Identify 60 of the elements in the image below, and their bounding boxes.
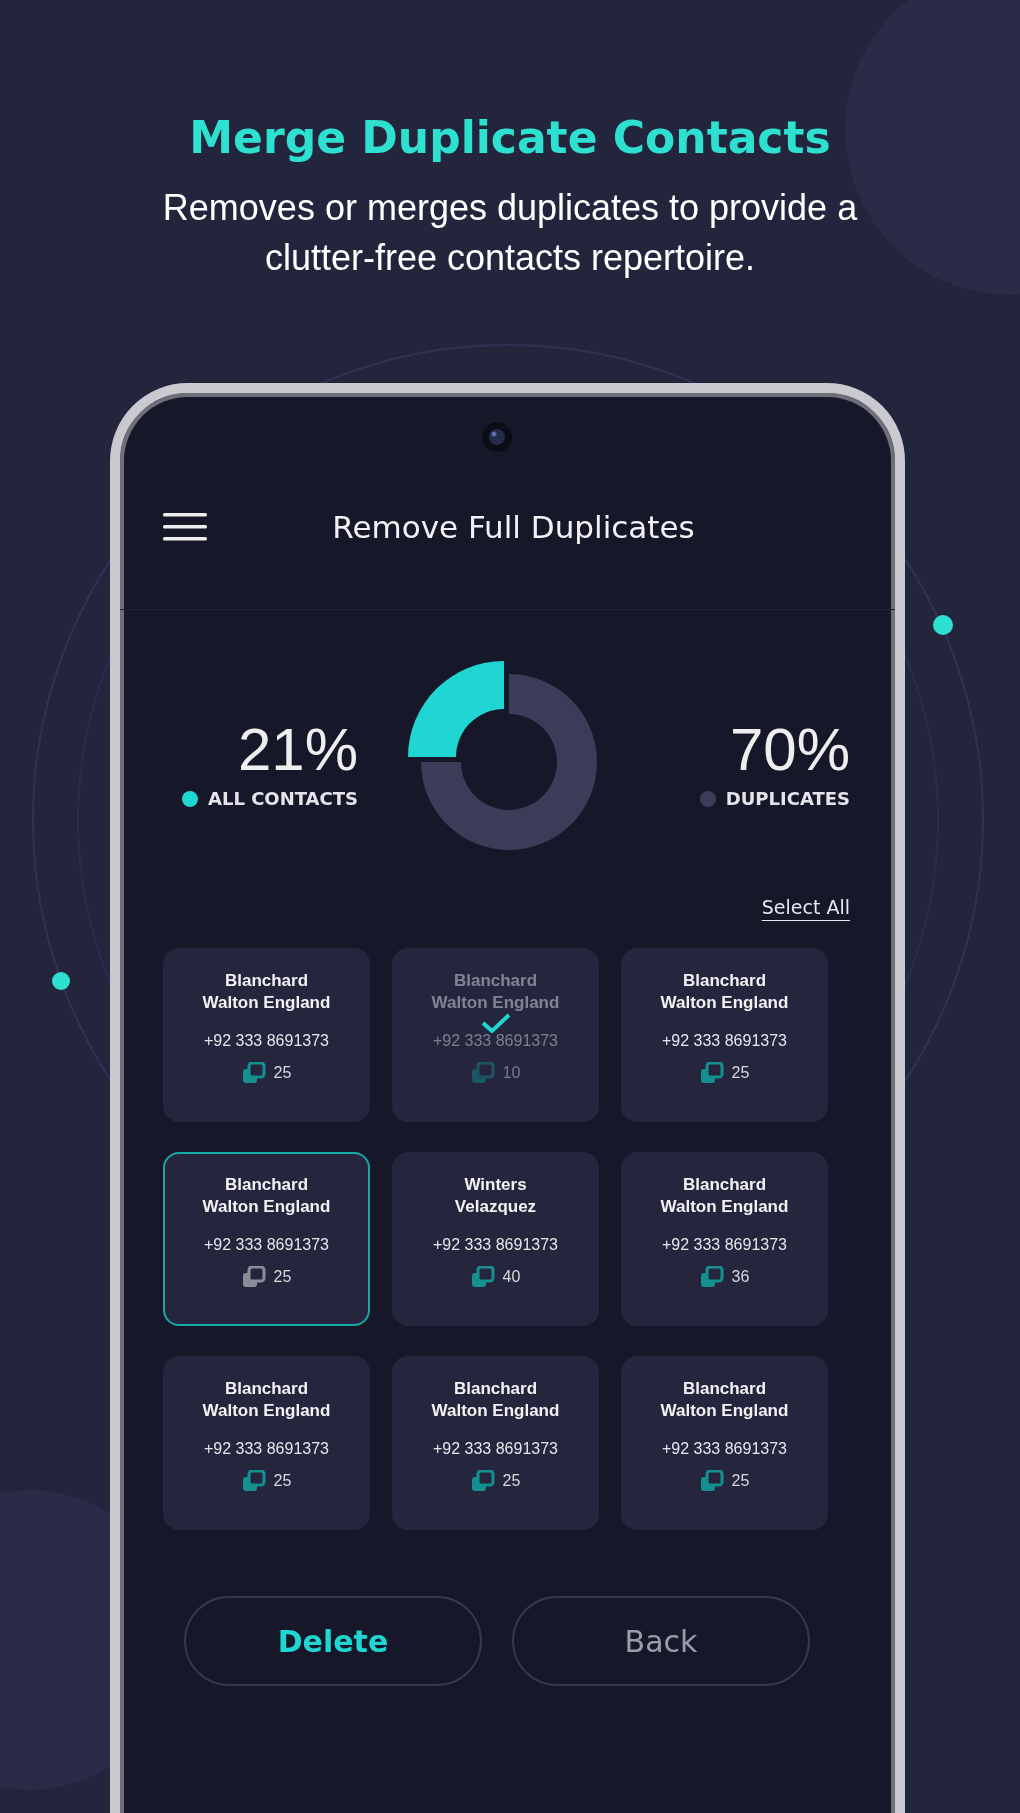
contact-phone: +92 333 8691373 [662, 1032, 787, 1050]
copy-icon [699, 1266, 724, 1288]
contact-card[interactable]: Winters Velazquez +92 333 8691373 40 [392, 1152, 599, 1326]
contact-name: Blanchard Walton England [201, 1174, 332, 1218]
contact-name: Blanchard Walton England [430, 1378, 561, 1422]
contact-phone: +92 333 8691373 [433, 1236, 558, 1254]
duplicate-count: 36 [731, 1268, 750, 1286]
contact-name: Blanchard Walton England [659, 970, 790, 1014]
duplicate-count: 40 [502, 1268, 521, 1286]
contact-name: Blanchard Walton England [201, 970, 332, 1014]
contact-card[interactable]: Blanchard Walton England +92 333 8691373 25 [621, 948, 828, 1122]
contact-card[interactable]: Blanchard Walton England +92 333 8691373 25 [163, 948, 370, 1122]
duplicate-count: 25 [731, 1064, 750, 1082]
decorative-dot [933, 615, 953, 635]
decorative-dot [52, 972, 70, 990]
contact-name: Blanchard Walton England [430, 970, 561, 1014]
back-button[interactable]: Back [512, 1596, 810, 1686]
duplicate-count: 25 [273, 1064, 292, 1082]
copy-icon [470, 1266, 495, 1288]
contact-phone: +92 333 8691373 [662, 1236, 787, 1254]
copy-icon [241, 1266, 266, 1288]
contact-phone: +92 333 8691373 [433, 1440, 558, 1458]
contact-name: Winters Velazquez [453, 1174, 538, 1218]
copy-icon [241, 1062, 266, 1084]
copy-icon [699, 1470, 724, 1492]
contact-card[interactable]: Blanchard Walton England +92 333 8691373 25 [163, 1356, 370, 1530]
subtitle: Removes or merges duplicates to provide a clutter-free contacts repertoire. [161, 186, 859, 280]
legend-label: DUPLICATES [725, 788, 850, 809]
select-all-link[interactable]: Select All [761, 896, 850, 918]
contact-card[interactable]: Blanchard Walton England +92 333 8691373 25 [163, 1152, 370, 1326]
copy-icon [470, 1470, 495, 1492]
contact-card[interactable]: Blanchard Walton England +92 333 8691373 25 [392, 1356, 599, 1530]
stat-value: 21% [237, 715, 358, 784]
contact-card[interactable]: Blanchard Walton England +92 333 8691373 25 [621, 1356, 828, 1530]
duplicate-count: 25 [273, 1268, 292, 1286]
legend-label: ALL CONTACTS [208, 788, 358, 809]
check-icon [481, 1013, 511, 1033]
contact-phone: +92 333 8691373 [433, 1032, 558, 1050]
duplicate-count: 25 [273, 1472, 292, 1490]
contact-phone: +92 333 8691373 [204, 1440, 329, 1458]
duplicate-count: 10 [502, 1064, 521, 1082]
contact-card[interactable]: Blanchard Walton England +92 333 8691373 10 [392, 948, 599, 1122]
headline: Merge Duplicate Contacts [188, 112, 832, 163]
screen-title: Remove Full Duplicates [331, 509, 696, 545]
contact-name: Blanchard Walton England [201, 1378, 332, 1422]
camera-icon [480, 421, 513, 453]
duplicate-count: 25 [502, 1472, 521, 1490]
copy-icon [699, 1062, 724, 1084]
contact-card[interactable]: Blanchard Walton England +92 333 8691373 36 [621, 1152, 828, 1326]
contact-name: Blanchard Walton England [659, 1174, 790, 1218]
menu-icon[interactable] [163, 512, 207, 542]
contact-phone: +92 333 8691373 [204, 1032, 329, 1050]
duplicate-count: 25 [731, 1472, 750, 1490]
contact-phone: +92 333 8691373 [204, 1236, 329, 1254]
copy-icon [241, 1470, 266, 1492]
contact-name: Blanchard Walton England [659, 1378, 790, 1422]
contact-phone: +92 333 8691373 [662, 1440, 787, 1458]
delete-button[interactable]: Delete [184, 1596, 482, 1686]
stat-value: 70% [729, 715, 850, 784]
copy-icon [470, 1062, 495, 1084]
